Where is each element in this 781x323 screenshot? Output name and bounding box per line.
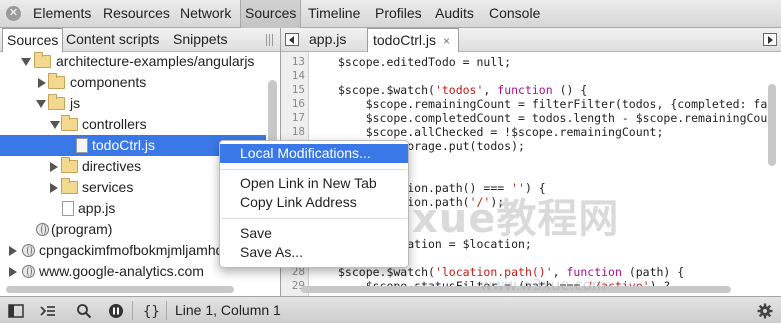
toolbar-separator bbox=[166, 301, 167, 320]
folder-icon bbox=[61, 115, 78, 131]
console-drawer-icon[interactable] bbox=[40, 303, 56, 319]
line-number: 14 bbox=[291, 69, 305, 82]
menu-item-save[interactable]: Save bbox=[220, 224, 408, 243]
tab-console[interactable]: Console bbox=[489, 0, 540, 28]
tree-item-label: www.google-analytics.com bbox=[39, 263, 204, 279]
tab-audits[interactable]: Audits bbox=[435, 0, 474, 28]
menu-item-copy-link-address[interactable]: Copy Link Address bbox=[220, 193, 408, 212]
svg-text:{}: {} bbox=[143, 304, 159, 319]
tab-timeline[interactable]: Timeline bbox=[308, 0, 360, 28]
gear-icon[interactable] bbox=[757, 303, 773, 319]
line-number: 13 bbox=[291, 55, 305, 68]
pause-on-exceptions-icon[interactable] bbox=[108, 303, 124, 319]
menu-separator bbox=[221, 218, 407, 219]
tab-network[interactable]: Network bbox=[180, 0, 231, 28]
tab-elements[interactable]: Elements bbox=[33, 0, 91, 28]
globe-icon bbox=[22, 265, 35, 278]
collapse-triangle-icon[interactable] bbox=[9, 246, 17, 256]
tree-item-label: app.js bbox=[78, 200, 116, 216]
menu-item-local-modifications[interactable]: Local Modifications... bbox=[220, 144, 408, 163]
code-line[interactable]: $scope.$watch('todos', function () { bbox=[338, 83, 587, 97]
sidebar-grip-icon[interactable] bbox=[266, 34, 274, 46]
collapse-triangle-icon[interactable] bbox=[9, 267, 17, 277]
tree-item-controllers[interactable]: controllers bbox=[0, 114, 266, 135]
tree-item-label: services bbox=[82, 179, 134, 195]
tree-item-components[interactable]: components bbox=[0, 72, 266, 93]
menu-separator bbox=[221, 169, 407, 170]
collapse-triangle-icon[interactable] bbox=[50, 162, 58, 172]
editor-tab-label: todoCtrl.js bbox=[373, 32, 437, 48]
folder-icon bbox=[61, 178, 78, 194]
tab-resources[interactable]: Resources bbox=[103, 0, 170, 28]
menu-item-save-as[interactable]: Save As... bbox=[220, 243, 408, 262]
cursor-position: Line 1, Column 1 bbox=[175, 302, 281, 318]
code-line[interactable]: $scope.remainingCount = filterFilter(tod… bbox=[338, 97, 768, 111]
bottom-toolbar: {} Line 1, Column 1 bbox=[0, 296, 781, 323]
toggle-debugger-icon[interactable] bbox=[763, 33, 777, 46]
close-tab-icon[interactable]: × bbox=[443, 30, 450, 53]
folder-icon bbox=[48, 73, 65, 89]
tree-item-js[interactable]: js bbox=[0, 93, 266, 114]
code-text: , bbox=[483, 83, 498, 97]
line-number: 15 bbox=[291, 83, 305, 96]
pretty-print-icon[interactable]: {} bbox=[143, 303, 159, 319]
code-text: $scope.$watch( bbox=[338, 83, 435, 97]
tree-item-label: js bbox=[70, 95, 81, 111]
watermark-url: www.w3xue.com bbox=[480, 276, 607, 294]
tab-content-scripts[interactable]: Content scripts bbox=[66, 28, 159, 52]
sidebar-horizontal-scrollbar[interactable] bbox=[6, 286, 234, 293]
folder-icon bbox=[61, 157, 78, 173]
expand-triangle-icon[interactable] bbox=[36, 100, 46, 108]
line-number: 16 bbox=[291, 97, 305, 110]
file-icon bbox=[62, 201, 74, 216]
code-string: 'todos' bbox=[434, 83, 484, 97]
code-keyword: function bbox=[497, 83, 553, 97]
menu-item-open-link-new-tab[interactable]: Open Link in New Tab bbox=[220, 174, 408, 193]
tree-item-label: (program) bbox=[51, 221, 113, 237]
code-text: (path) { bbox=[621, 265, 685, 279]
tab-sources[interactable]: Sources bbox=[240, 0, 302, 28]
globe-icon bbox=[36, 223, 49, 236]
editor-vertical-scrollbar[interactable] bbox=[768, 84, 776, 166]
code-text: $scope.editedTodo = null; bbox=[338, 55, 512, 69]
editor-tab-todoctrl-js[interactable]: todoCtrl.js × bbox=[367, 28, 459, 52]
search-icon[interactable] bbox=[76, 303, 92, 319]
collapse-triangle-icon[interactable] bbox=[50, 183, 58, 193]
toolbar-separator bbox=[132, 301, 133, 320]
tree-item-label: architecture-examples/angularjs bbox=[56, 53, 255, 69]
close-icon[interactable]: ✕ bbox=[6, 6, 21, 21]
navigator-tabs: Sources Content scripts Snippets bbox=[0, 28, 280, 52]
tree-item-label: todoCtrl.js bbox=[92, 137, 156, 153]
folder-icon bbox=[34, 52, 51, 68]
code-text: () { bbox=[552, 83, 588, 97]
code-line[interactable]: $scope.allChecked = !$scope.remainingCou… bbox=[338, 125, 664, 139]
collapse-triangle-icon[interactable] bbox=[38, 78, 46, 88]
code-line[interactable]: $scope.editedTodo = null; bbox=[338, 55, 511, 69]
line-number: 18 bbox=[291, 125, 305, 138]
tree-item-label: controllers bbox=[82, 116, 147, 132]
editor-tab-app-js[interactable]: app.js bbox=[307, 28, 348, 52]
line-number: 17 bbox=[291, 111, 305, 124]
tree-item-label: components bbox=[70, 74, 147, 90]
dock-icon[interactable] bbox=[8, 303, 24, 319]
tab-sources-files[interactable]: Sources bbox=[2, 28, 64, 52]
expand-triangle-icon[interactable] bbox=[21, 58, 31, 66]
tab-profiles[interactable]: Profiles bbox=[375, 0, 422, 28]
file-icon bbox=[76, 138, 88, 153]
expand-triangle-icon[interactable] bbox=[50, 121, 60, 129]
context-menu: Local Modifications... Open Link in New … bbox=[219, 140, 409, 268]
toggle-navigator-icon[interactable] bbox=[285, 33, 299, 46]
panel-tab-bar: ✕ Elements Resources Network Sources Tim… bbox=[0, 0, 781, 28]
globe-icon bbox=[22, 244, 35, 257]
folder-icon bbox=[48, 94, 65, 110]
tree-item-angularjs[interactable]: architecture-examples/angularjs bbox=[0, 51, 266, 72]
tab-snippets[interactable]: Snippets bbox=[173, 28, 227, 52]
code-line[interactable]: $scope.completedCount = todos.length - $… bbox=[338, 111, 768, 125]
tree-item-label: directives bbox=[82, 158, 142, 174]
editor-tab-bar: app.js todoCtrl.js × bbox=[281, 28, 781, 52]
